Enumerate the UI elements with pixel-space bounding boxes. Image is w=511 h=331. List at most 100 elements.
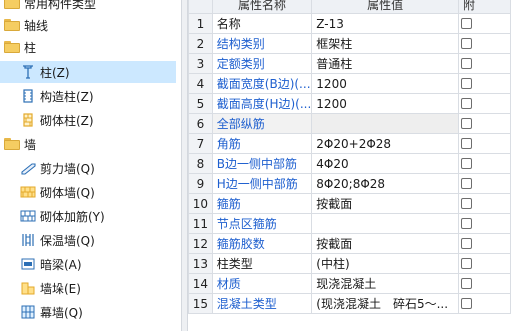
property-name: 箍筋 bbox=[211, 193, 313, 214]
property-row[interactable]: 3 定额类别 普通柱 bbox=[188, 53, 511, 74]
attach-checkbox[interactable] bbox=[461, 98, 472, 109]
property-value[interactable]: 按截面 bbox=[311, 193, 459, 214]
tree-item-7[interactable]: 剪力墙(Q) bbox=[20, 157, 95, 179]
attach-checkbox[interactable] bbox=[461, 178, 472, 189]
tree-item-9[interactable]: 砌体加筋(Y) bbox=[20, 205, 105, 227]
tree-item-label: 砌体柱(Z) bbox=[40, 113, 94, 128]
property-row[interactable]: 4 截面宽度(B边)(... 1200 bbox=[188, 73, 511, 94]
property-row[interactable]: 15 混凝土类型 (现浇混凝土 碎石5～... bbox=[188, 293, 511, 314]
attach-checkbox[interactable] bbox=[461, 158, 472, 169]
tree-item-3[interactable]: 柱(Z) bbox=[0, 61, 176, 83]
attach-checkbox[interactable] bbox=[461, 218, 472, 229]
property-row[interactable]: 6 全部纵筋 bbox=[188, 113, 511, 134]
tree-item-10[interactable]: 保温墙(Q) bbox=[20, 229, 95, 251]
tree-item-12[interactable]: 墙垛(E) bbox=[20, 277, 81, 299]
wall-pier-icon bbox=[20, 280, 36, 296]
row-number: 9 bbox=[188, 173, 213, 194]
tree-item-8[interactable]: 砌体墙(Q) bbox=[20, 181, 95, 203]
tree-item-label: 轴线 bbox=[24, 18, 49, 33]
tree-item-11[interactable]: 暗梁(A) bbox=[20, 253, 82, 275]
property-row[interactable]: 2 结构类别 框架柱 bbox=[188, 33, 511, 54]
property-row[interactable]: 5 截面高度(H边)(... 1200 bbox=[188, 93, 511, 114]
attach-checkbox[interactable] bbox=[461, 198, 472, 209]
property-row[interactable]: 7 角筋 2Φ20+2Φ28 bbox=[188, 133, 511, 154]
property-row[interactable]: 13 柱类型 (中柱) bbox=[188, 253, 511, 274]
property-name: 全部纵筋 bbox=[211, 113, 313, 134]
tree-item-2[interactable]: 柱 bbox=[4, 36, 36, 58]
property-value[interactable]: 按截面 bbox=[311, 233, 459, 254]
row-number: 11 bbox=[188, 213, 213, 234]
row-number: 6 bbox=[188, 113, 213, 134]
attach-cell bbox=[458, 193, 511, 214]
property-row[interactable]: 12 箍筋胶数 按截面 bbox=[188, 233, 511, 254]
attach-cell bbox=[458, 53, 511, 74]
shear-wall-icon bbox=[20, 160, 36, 176]
tree-item-label: 剪力墙(Q) bbox=[40, 161, 95, 176]
attach-checkbox[interactable] bbox=[461, 258, 472, 269]
panel-splitter[interactable] bbox=[181, 0, 188, 331]
property-value[interactable]: 1200 bbox=[311, 93, 459, 114]
attach-checkbox[interactable] bbox=[461, 298, 472, 309]
attach-cell bbox=[458, 113, 511, 134]
property-row[interactable]: 10 箍筋 按截面 bbox=[188, 193, 511, 214]
attach-header[interactable]: 附 bbox=[458, 0, 511, 14]
name-header[interactable]: 属性名称 bbox=[211, 0, 313, 14]
property-grid: 属性名称 属性值 附 1 名称 Z-13 2 结构类别 框架柱 3 定额类别 普通柱 4 截面宽度(… bbox=[188, 0, 511, 331]
tree-item-label: 墙垛(E) bbox=[40, 281, 81, 296]
property-name: 材质 bbox=[211, 273, 313, 294]
tree-item-1[interactable]: 轴线 bbox=[4, 14, 48, 36]
folder-open-icon bbox=[4, 41, 20, 53]
attach-cell bbox=[458, 13, 511, 34]
property-name: H边一侧中部筋 bbox=[211, 173, 313, 194]
attach-cell bbox=[458, 173, 511, 194]
property-value[interactable]: 8Φ20;8Φ28 bbox=[311, 173, 459, 194]
tree-item-4[interactable]: 构造柱(Z) bbox=[20, 85, 94, 107]
tree-item-label: 砌体墙(Q) bbox=[40, 185, 95, 200]
attach-cell bbox=[458, 213, 511, 234]
masonry-column-icon bbox=[20, 112, 36, 128]
property-row[interactable]: 9 H边一侧中部筋 8Φ20;8Φ28 bbox=[188, 173, 511, 194]
property-value[interactable]: (中柱) bbox=[311, 253, 459, 274]
header-row: 属性名称 属性值 附 bbox=[188, 0, 511, 14]
folder-icon bbox=[4, 0, 20, 9]
row-number: 3 bbox=[188, 53, 213, 74]
value-header[interactable]: 属性值 bbox=[311, 0, 459, 14]
tree-item-6[interactable]: 墙 bbox=[4, 133, 36, 155]
row-number: 8 bbox=[188, 153, 213, 174]
property-value[interactable] bbox=[311, 213, 459, 234]
tree-item-5[interactable]: 砌体柱(Z) bbox=[20, 109, 94, 131]
property-value[interactable]: 现浇混凝土 bbox=[311, 273, 459, 294]
attach-checkbox[interactable] bbox=[461, 18, 472, 29]
property-row[interactable]: 8 B边一侧中部筋 4Φ20 bbox=[188, 153, 511, 174]
property-value[interactable]: 普通柱 bbox=[311, 53, 459, 74]
property-value[interactable]: Z-13 bbox=[311, 13, 459, 34]
property-row[interactable]: 11 节点区箍筋 bbox=[188, 213, 511, 234]
tree-item-label: 构造柱(Z) bbox=[40, 89, 94, 104]
property-value[interactable]: 1200 bbox=[311, 73, 459, 94]
attach-cell bbox=[458, 33, 511, 54]
attach-checkbox[interactable] bbox=[461, 138, 472, 149]
folder-icon bbox=[4, 19, 20, 31]
property-name: 截面高度(H边)(... bbox=[211, 93, 313, 114]
attach-checkbox[interactable] bbox=[461, 78, 472, 89]
property-value[interactable]: 框架柱 bbox=[311, 33, 459, 54]
property-name: 柱类型 bbox=[211, 253, 313, 274]
tree-item-0[interactable]: 常用构件类型 bbox=[4, 0, 96, 14]
property-row[interactable]: 14 材质 现浇混凝土 bbox=[188, 273, 511, 294]
tree-item-label: 柱(Z) bbox=[40, 65, 70, 80]
attach-checkbox[interactable] bbox=[461, 238, 472, 249]
property-value[interactable] bbox=[311, 113, 459, 134]
attach-checkbox[interactable] bbox=[461, 118, 472, 129]
attach-checkbox[interactable] bbox=[461, 38, 472, 49]
property-row[interactable]: 1 名称 Z-13 bbox=[188, 13, 511, 34]
attach-checkbox[interactable] bbox=[461, 58, 472, 69]
row-number: 7 bbox=[188, 133, 213, 154]
insulation-wall-icon bbox=[20, 232, 36, 248]
tree-item-13[interactable]: 幕墙(Q) bbox=[20, 301, 83, 323]
attach-checkbox[interactable] bbox=[461, 278, 472, 289]
property-value[interactable]: 4Φ20 bbox=[311, 153, 459, 174]
property-value[interactable]: (现浇混凝土 碎石5～... bbox=[311, 293, 459, 314]
property-name: 定额类别 bbox=[211, 53, 313, 74]
property-value[interactable]: 2Φ20+2Φ28 bbox=[311, 133, 459, 154]
curtain-wall-icon bbox=[20, 304, 36, 320]
